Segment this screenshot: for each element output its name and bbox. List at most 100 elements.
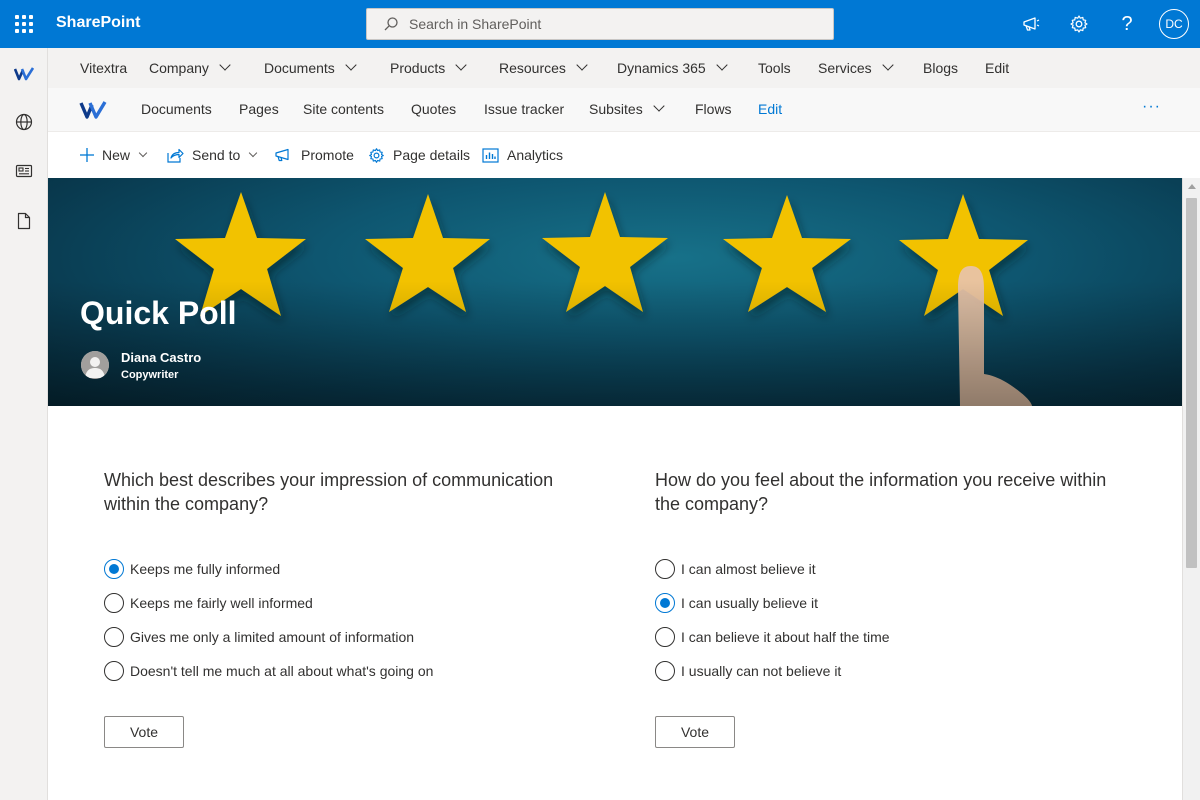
poll-option[interactable]: Doesn't tell me much at all about what's… (104, 660, 433, 682)
radio-button[interactable] (655, 661, 675, 681)
hub-nav-products[interactable]: Products (390, 48, 467, 88)
site-nav-site-contents[interactable]: Site contents (303, 88, 384, 132)
plus-icon (80, 148, 94, 162)
share-icon (167, 148, 184, 163)
poll-option-label: I can almost believe it (681, 561, 816, 577)
app-brand[interactable]: SharePoint (56, 14, 140, 32)
site-logo-icon[interactable] (79, 100, 107, 125)
site-nav-documents[interactable]: Documents (141, 88, 212, 132)
hub-nav-label: Blogs (923, 60, 959, 76)
author-avatar[interactable] (81, 351, 109, 379)
help-icon[interactable]: ? (1115, 12, 1139, 36)
chevron-down-icon (455, 59, 467, 71)
site-nav-pages[interactable]: Pages (239, 88, 279, 132)
settings-gear-icon (369, 147, 384, 163)
chevron-down-icon (219, 59, 231, 71)
poll-information: How do you feel about the information yo… (655, 468, 1135, 748)
hub-nav-dynamics-365[interactable]: Dynamics 365 (617, 48, 728, 88)
site-navigation: Documents Pages Site contents Quotes Iss… (48, 88, 1200, 132)
site-nav-quotes[interactable]: Quotes (411, 88, 456, 132)
site-nav-issue-tracker[interactable]: Issue tracker (484, 88, 564, 132)
poll-option-label: Keeps me fairly well informed (130, 595, 313, 611)
hub-nav-label: Resources (499, 60, 566, 76)
radio-button[interactable] (104, 627, 124, 647)
suite-bar: SharePoint ? DC (0, 0, 1200, 48)
site-nav-subsites[interactable]: Subsites (589, 88, 665, 132)
chevron-down-icon (249, 148, 258, 158)
radio-button[interactable] (655, 593, 675, 613)
promote-label: Promote (301, 147, 354, 163)
poll-question: How do you feel about the information yo… (655, 470, 1107, 514)
scroll-up-arrow-icon[interactable] (1188, 184, 1196, 189)
hub-nav-tools[interactable]: Tools (758, 48, 791, 88)
poll-option[interactable]: I can believe it about half the time (655, 626, 890, 648)
radio-button[interactable] (104, 559, 124, 579)
poll-option[interactable]: I usually can not believe it (655, 660, 841, 682)
globe-icon[interactable] (12, 110, 36, 134)
left-app-rail (0, 48, 48, 800)
poll-communication: Which best describes your impression of … (104, 468, 584, 748)
radio-button[interactable] (655, 627, 675, 647)
search-box[interactable] (366, 8, 834, 40)
poll-option[interactable]: I can usually believe it (655, 592, 818, 614)
hub-navigation: Vitextra Company Documents Products Reso… (48, 48, 1200, 88)
chevron-down-icon (138, 148, 148, 158)
new-label: New (102, 147, 131, 163)
hub-nav-resources[interactable]: Resources (499, 48, 588, 88)
hub-nav-label: Products (390, 60, 446, 76)
radio-button[interactable] (655, 559, 675, 579)
vote-button[interactable]: Vote (104, 716, 184, 748)
hub-nav-label: Vitextra (80, 60, 128, 76)
poll-option[interactable]: Gives me only a limited amount of inform… (104, 626, 414, 648)
command-bar: New Send to Promote Page details Analyti… (48, 132, 1200, 178)
site-nav-flows[interactable]: Flows (695, 88, 732, 132)
hub-nav-edit[interactable]: Edit (985, 48, 1009, 88)
vote-button[interactable]: Vote (655, 716, 735, 748)
news-icon[interactable] (12, 159, 36, 183)
poll-option-label: Gives me only a limited amount of inform… (130, 629, 415, 645)
site-nav-edit[interactable]: Edit (758, 88, 782, 132)
hub-nav-vitextra[interactable]: Vitextra (80, 48, 127, 88)
poll-option-label: Doesn't tell me much at all about what's… (130, 663, 434, 679)
document-icon[interactable] (12, 209, 36, 233)
promote-button[interactable]: Promote (275, 132, 354, 178)
new-button[interactable]: New (80, 132, 148, 178)
radio-button[interactable] (104, 593, 124, 613)
scrollbar-thumb[interactable] (1186, 198, 1197, 568)
megaphone-icon[interactable] (1019, 12, 1043, 36)
hub-nav-company[interactable]: Company (149, 48, 231, 88)
author-name[interactable]: Diana Castro (121, 350, 201, 365)
analytics-button[interactable]: Analytics (482, 132, 563, 178)
hero-overlay (48, 178, 1182, 406)
chevron-down-icon (716, 59, 728, 71)
send-to-label: Send to (192, 147, 241, 163)
search-input[interactable] (409, 16, 809, 32)
send-to-button[interactable]: Send to (167, 132, 258, 178)
poll-option-label: I can usually believe it (681, 595, 818, 611)
hub-nav-label: Services (818, 60, 872, 76)
poll-option[interactable]: Keeps me fairly well informed (104, 592, 313, 614)
site-nav-label: Subsites (589, 101, 643, 117)
app-launcher-icon[interactable] (12, 12, 36, 36)
radio-button[interactable] (104, 661, 124, 681)
poll-option-label: I can believe it about half the time (681, 629, 890, 645)
hub-nav-documents[interactable]: Documents (264, 48, 357, 88)
hub-nav-blogs[interactable]: Blogs (923, 48, 958, 88)
user-avatar[interactable]: DC (1159, 9, 1189, 39)
site-logo-icon[interactable] (12, 62, 36, 86)
analytics-chart-icon (482, 147, 499, 163)
poll-option[interactable]: I can almost believe it (655, 558, 816, 580)
poll-option[interactable]: Keeps me fully informed (104, 558, 280, 580)
chevron-down-icon (576, 59, 588, 71)
hub-nav-label: Edit (985, 60, 1010, 76)
page-scrollbar[interactable] (1182, 178, 1200, 800)
poll-option-label: Keeps me fully informed (130, 561, 281, 577)
hero-banner: Quick Poll Diana Castro Copywriter (48, 178, 1182, 406)
page-details-button[interactable]: Page details (368, 132, 470, 178)
chevron-down-icon (653, 100, 665, 112)
hub-nav-services[interactable]: Services (818, 48, 894, 88)
settings-gear-icon[interactable] (1067, 12, 1091, 36)
more-options-icon[interactable]: ··· (1142, 98, 1161, 116)
hub-nav-label: Tools (758, 60, 791, 76)
megaphone-icon (275, 148, 289, 162)
